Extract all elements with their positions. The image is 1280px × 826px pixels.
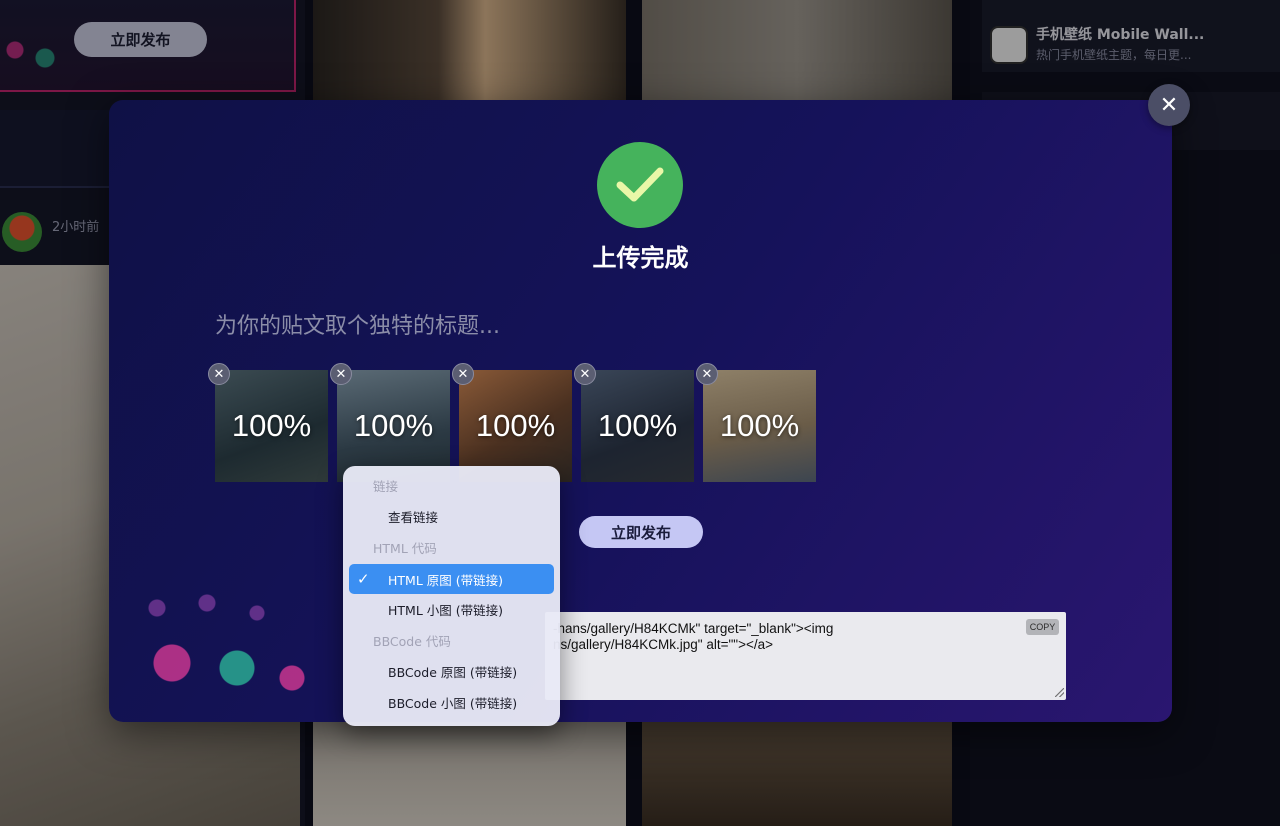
embed-code-textarea[interactable]: -hans/gallery/H84KCMk" target="_blank"><… <box>545 612 1066 700</box>
thumbnail[interactable]: 100% ✕ <box>574 363 694 482</box>
remove-thumbnail-button[interactable]: ✕ <box>696 363 718 385</box>
group-label-link: 链接 <box>373 478 399 494</box>
option-html-small[interactable]: HTML 小图 (带链接) <box>349 594 554 624</box>
upload-progress: 100% <box>597 408 678 443</box>
code-format-dropdown: 链接 查看链接 HTML 代码 ✓ HTML 原图 (带链接) HTML 小图 … <box>343 466 560 726</box>
remove-thumbnail-button[interactable]: ✕ <box>452 363 474 385</box>
upload-complete-modal: 上传完成 100% ✕ 100% ✕ 100% ✕ 100% ✕ 100% ✕ … <box>109 100 1172 722</box>
skull-decoration <box>137 578 337 708</box>
option-html-full[interactable]: ✓ HTML 原图 (带链接) <box>349 564 554 594</box>
group-label-html: HTML 代码 <box>373 540 437 556</box>
copy-button[interactable]: COPY <box>1026 619 1059 635</box>
upload-progress: 100% <box>231 408 312 443</box>
remove-thumbnail-button[interactable]: ✕ <box>208 363 230 385</box>
option-label: HTML 原图 (带链接) <box>388 572 503 588</box>
post-title-input[interactable] <box>215 308 915 344</box>
close-icon[interactable]: ✕ <box>1148 84 1190 126</box>
thumbnail[interactable]: 100% ✕ <box>696 363 816 482</box>
option-view-link[interactable]: 查看链接 <box>349 501 554 531</box>
option-bbcode-full[interactable]: BBCode 原图 (带链接) <box>349 656 554 686</box>
remove-thumbnail-button[interactable]: ✕ <box>574 363 596 385</box>
option-bbcode-small[interactable]: BBCode 小图 (带链接) <box>349 687 554 717</box>
group-label-bbcode: BBCode 代码 <box>373 633 451 649</box>
checkmark-icon <box>597 142 683 228</box>
remove-thumbnail-button[interactable]: ✕ <box>330 363 352 385</box>
upload-progress: 100% <box>719 408 800 443</box>
resize-handle[interactable] <box>1055 688 1064 697</box>
publish-button[interactable]: 立即发布 <box>579 516 703 548</box>
thumbnail[interactable]: 100% ✕ <box>208 363 328 482</box>
upload-complete-title: 上传完成 <box>592 244 689 272</box>
checkmark-icon: ✓ <box>357 570 370 588</box>
